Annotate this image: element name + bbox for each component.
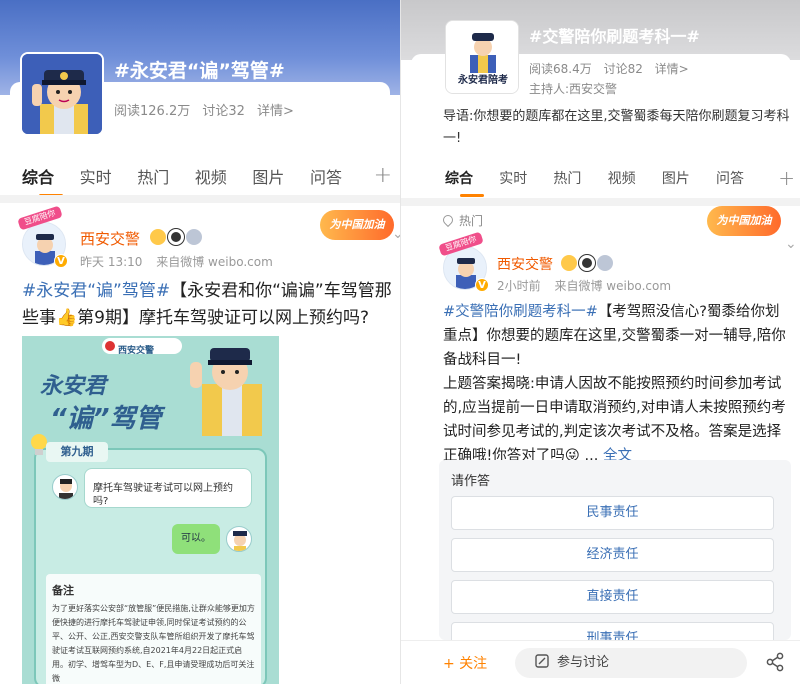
- join-discussion-label: 参与讨论: [557, 655, 610, 670]
- quiz-option[interactable]: 民事责任: [451, 496, 774, 530]
- author-badges: [150, 229, 202, 245]
- chevron-down-icon[interactable]: ⌄: [785, 236, 797, 252]
- discussion-count: 讨论32: [202, 104, 245, 119]
- topic-avatar[interactable]: [20, 52, 104, 136]
- chevron-down-icon[interactable]: ⌄: [392, 226, 400, 242]
- panda-icon: [579, 255, 595, 271]
- poster-note-body: 为了更好落实公安部“放管服”便民措施,让群众能够更加方便快捷的进行摩托车驾驶证申…: [52, 604, 255, 683]
- tab-realtime[interactable]: 实时: [80, 164, 138, 188]
- join-discussion-button[interactable]: 参与讨论: [515, 648, 747, 678]
- verified-badge-icon: V: [475, 278, 489, 292]
- poster-org-label: 西安交警: [118, 346, 155, 356]
- topic-host: 主持人:西安交警: [529, 82, 618, 96]
- topic-tabs: 综合 实时 热门 视频 图片 问答 +: [445, 166, 795, 190]
- quiz-option[interactable]: 刑事责任: [451, 622, 774, 640]
- topic-stats: 阅读126.2万 讨论32 详情>: [114, 100, 302, 119]
- fan-badge-icon: [561, 255, 577, 271]
- topic-tabs: 综合 实时 热门 视频 图片 问答 +: [22, 163, 392, 188]
- post-source: 来自微博 weibo.com: [554, 279, 672, 293]
- edit-icon: [535, 654, 549, 668]
- location-pin-icon: [440, 212, 456, 228]
- tab-hot[interactable]: 热门: [137, 164, 195, 188]
- post-meta: 昨天 13:10 来自微博 weibo.com: [80, 253, 283, 270]
- post-time: 昨天 13:10: [80, 255, 143, 269]
- police-mini-avatar-icon: [226, 526, 252, 552]
- add-tab-icon[interactable]: +: [778, 166, 795, 190]
- post-author-name[interactable]: 西安交警: [80, 228, 140, 249]
- panda-icon: [168, 229, 184, 245]
- post-image[interactable]: 西安交警 永安君 “谝”驾管 第九期 摩托车驾驶证考试可以网上预约吗? 可以。 …: [22, 336, 279, 684]
- read-count: 阅读68.4万: [529, 62, 592, 76]
- topic-avatar-text: 永安君陪考: [458, 75, 508, 86]
- poster-issue-label: 第九期: [46, 442, 108, 462]
- quiz-option[interactable]: 直接责任: [451, 580, 774, 614]
- section-divider: [401, 198, 800, 206]
- verified-badge-icon: V: [54, 254, 68, 268]
- tab-images[interactable]: 图片: [662, 168, 716, 188]
- right-topic-screen: 永安君陪考 #交警陪你刷题考科一# 阅读68.4万 讨论82 详情> 主持人:西…: [400, 0, 800, 684]
- topic-title: #永安君“谝”驾管#: [114, 60, 285, 82]
- tab-images[interactable]: 图片: [252, 164, 310, 188]
- read-count: 阅读126.2万: [114, 104, 191, 119]
- tab-comprehensive[interactable]: 综合: [22, 164, 80, 188]
- police-cartoon-icon: [22, 54, 102, 134]
- quiz-option[interactable]: 经济责任: [451, 538, 774, 572]
- poster-note-title: 备注: [52, 584, 74, 597]
- hot-section-label: 热门: [440, 212, 484, 229]
- tab-realtime[interactable]: 实时: [499, 168, 553, 188]
- china-cheer-badge: 为中国加油: [707, 206, 781, 236]
- tab-qa[interactable]: 问答: [310, 164, 368, 188]
- medal-icon: [597, 255, 613, 271]
- poster-title-line1: 永安君: [40, 374, 107, 399]
- post-meta: 2小时前 来自微博 weibo.com: [497, 277, 681, 294]
- left-topic-screen: #永安君“谝”驾管# 阅读126.2万 讨论32 详情> 综合 实时 热门 视频…: [0, 0, 400, 684]
- tab-video[interactable]: 视频: [608, 168, 662, 188]
- discussion-count: 讨论82: [603, 62, 643, 76]
- asker-avatar-icon: [52, 474, 78, 500]
- poster-question-bubble: 摩托车驾驶证考试可以网上预约吗?: [84, 468, 252, 508]
- post-author-name[interactable]: 西安交警: [497, 254, 553, 274]
- poster-answer-bubble: 可以。: [172, 524, 220, 554]
- details-link[interactable]: 详情>: [257, 104, 294, 119]
- tab-qa[interactable]: 问答: [716, 168, 770, 188]
- hot-label-text: 热门: [459, 214, 484, 228]
- post-hashtag[interactable]: #交警陪你刷题考科一#: [443, 304, 598, 320]
- bottom-action-bar: + 关注 参与讨论: [401, 640, 800, 684]
- tab-comprehensive[interactable]: 综合: [445, 168, 499, 188]
- post-time: 2小时前: [497, 279, 541, 293]
- author-badges: [561, 255, 613, 271]
- medal-icon: [186, 229, 202, 245]
- tab-video[interactable]: 视频: [195, 164, 253, 188]
- share-icon[interactable]: [765, 652, 785, 672]
- follow-button[interactable]: + 关注: [443, 653, 487, 673]
- post-hashtag[interactable]: #永安君“谝”驾管#: [22, 281, 170, 301]
- quiz-card: 请作答 民事责任 经济责任 直接责任 刑事责任: [439, 460, 791, 640]
- post-content: #永安君“谝”驾管#【永安君和你“谝谝”车驾管那些事👍第9期】摩托车驾驶证可以网…: [22, 278, 392, 332]
- details-link[interactable]: 详情>: [655, 62, 689, 76]
- fan-badge-icon: [150, 229, 166, 245]
- post-content: #交警陪你刷题考科一#【考驾照没信心?蜀黍给你划重点】你想要的题库在这里,交警蜀…: [443, 300, 793, 468]
- poster-note: 备注 为了更好落实公安部“放管服”便民措施,让群众能够更加方便快捷的进行摩托车驾…: [46, 574, 261, 684]
- topic-stats: 阅读68.4万 讨论82 详情>: [529, 60, 697, 77]
- topic-intro: 导语:你想要的题库都在这里,交警蜀黍每天陪你刷题复习考科一!: [443, 109, 790, 146]
- tab-hot[interactable]: 热门: [553, 168, 607, 188]
- topic-avatar[interactable]: 永安君陪考: [445, 20, 519, 94]
- quiz-title: 请作答: [451, 474, 491, 489]
- topic-title: #交警陪你刷题考科一#: [529, 27, 700, 46]
- poster-title-line2: “谝”驾管: [50, 404, 162, 434]
- china-cheer-badge: 为中国加油: [320, 210, 394, 240]
- add-tab-icon[interactable]: +: [374, 163, 392, 188]
- post-source: 来自微博 weibo.com: [156, 255, 273, 269]
- section-divider: [0, 195, 400, 203]
